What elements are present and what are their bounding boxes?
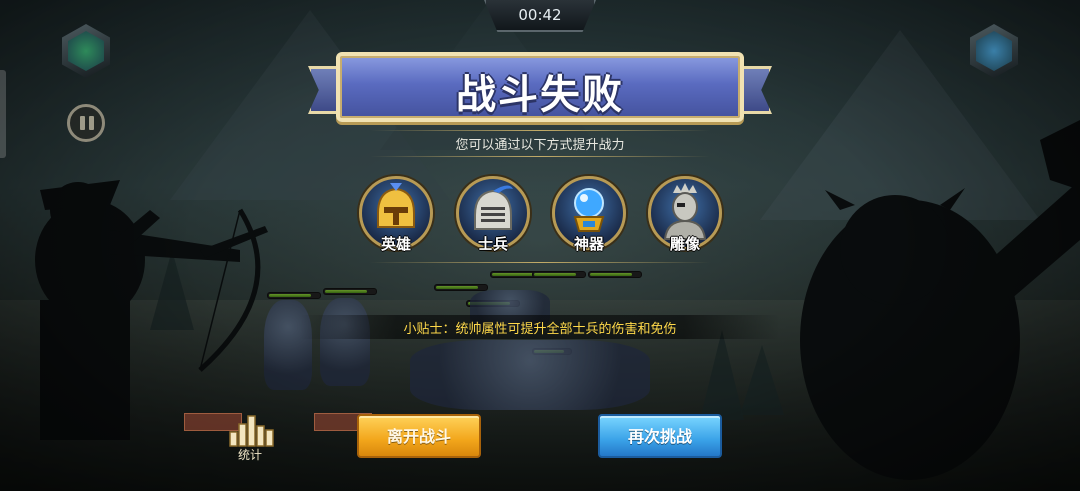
defeat-banner: 战斗失败 bbox=[306, 52, 774, 128]
pause-button[interactable] bbox=[67, 104, 105, 142]
side-drawer-handle[interactable] bbox=[0, 70, 6, 158]
bar-chart-icon bbox=[229, 415, 274, 447]
divider bbox=[370, 262, 710, 263]
result-title: 战斗失败 bbox=[456, 72, 624, 118]
option-hero[interactable]: 英雄 bbox=[359, 176, 433, 256]
divider bbox=[370, 156, 710, 157]
option-label: 雕像 bbox=[669, 235, 700, 253]
tip-text: 小贴士：统帅属性可提升全部士兵的伤害和免伤 bbox=[403, 322, 677, 337]
leave-battle-button[interactable]: 离开战斗 bbox=[357, 414, 481, 458]
improve-hint: 您可以通过以下方式提升战力 bbox=[455, 138, 625, 153]
retry-button[interactable]: 再次挑战 bbox=[598, 414, 722, 458]
option-label: 士兵 bbox=[477, 235, 508, 253]
option-statue[interactable]: 雕像 bbox=[648, 176, 722, 256]
divider bbox=[370, 130, 710, 131]
option-label: 英雄 bbox=[380, 235, 411, 253]
battle-timer: 00:42 bbox=[518, 6, 562, 24]
pause-icon bbox=[80, 116, 85, 130]
option-soldier[interactable]: 士兵 bbox=[456, 176, 530, 256]
option-artifact[interactable]: 神器 bbox=[552, 176, 626, 256]
option-label: 神器 bbox=[573, 235, 604, 253]
pause-icon bbox=[89, 116, 94, 130]
stats-label: 统计 bbox=[237, 448, 262, 462]
faction-crest-icon bbox=[68, 31, 104, 71]
faction-crest-icon bbox=[976, 31, 1012, 71]
